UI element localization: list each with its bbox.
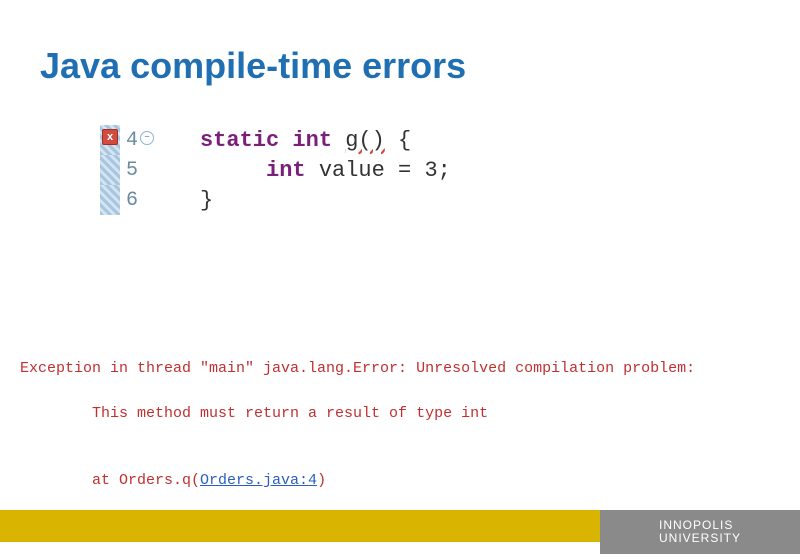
gutter-row: 5 <box>100 155 160 185</box>
keyword: static <box>200 128 279 153</box>
code-snippet: x 4 – 5 6 static int g() { int value = 3… <box>100 125 451 215</box>
code-line: int value = 3; <box>200 155 451 185</box>
line-number: 6 <box>126 189 138 212</box>
keyword: int <box>292 128 332 153</box>
brand-logo-text: INNOPOLIS UNIVERSITY <box>659 519 741 544</box>
code-line: } <box>200 185 451 215</box>
code-text: value = 3; <box>306 158 451 183</box>
footer-brand-box: INNOPOLIS UNIVERSITY <box>600 510 800 554</box>
line-number: 4 <box>126 129 138 152</box>
keyword: int <box>266 158 306 183</box>
editor-gutter: x 4 – 5 6 <box>100 125 160 215</box>
gutter-vcs-strip <box>100 185 120 215</box>
gutter-row: x 4 – <box>100 125 160 155</box>
stack-link[interactable]: Orders.java:4 <box>200 472 317 489</box>
line-number: 5 <box>126 159 138 182</box>
slide-footer: INNOPOLIS UNIVERSITY <box>0 510 800 554</box>
fold-icon: – <box>140 131 154 145</box>
stack-line: at Orders.q(Orders.java:4) <box>20 470 695 493</box>
code-line: static int g() { <box>200 125 451 155</box>
code-text: } <box>200 188 213 213</box>
gutter-vcs-strip <box>100 155 120 185</box>
error-line: This method must return a result of type… <box>20 403 695 426</box>
error-icon: x <box>102 129 118 145</box>
gutter-row: 6 <box>100 185 160 215</box>
error-line: Exception in thread "main" java.lang.Err… <box>20 358 695 381</box>
identifier-with-error: g() <box>345 128 385 153</box>
code-text: { <box>385 128 411 153</box>
page-title: Java compile-time errors <box>40 45 466 87</box>
code-lines: static int g() { int value = 3; } <box>160 125 451 215</box>
